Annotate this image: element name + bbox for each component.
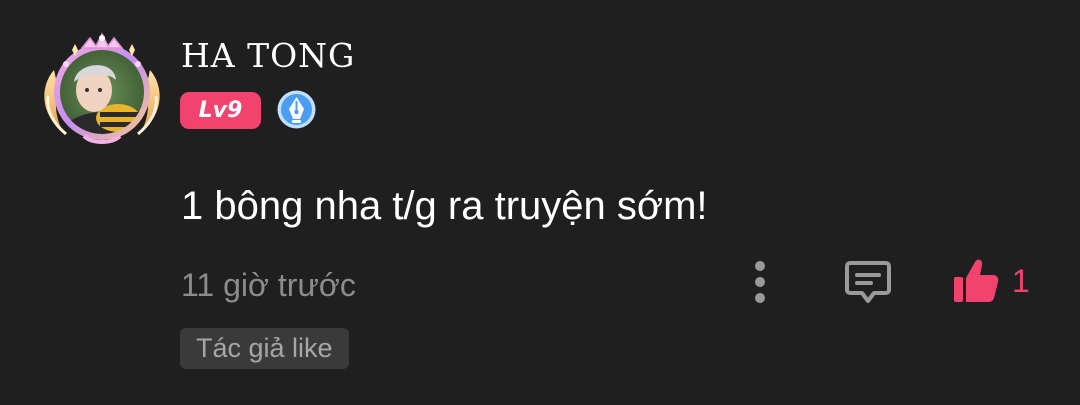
- like-count: 1: [1012, 263, 1030, 299]
- more-options-button[interactable]: [744, 256, 776, 308]
- username[interactable]: HA TONG: [181, 36, 355, 76]
- comment-text: 1 bông nha t/g ra truyện sớm!: [181, 184, 708, 228]
- comment-card: HA TONG Lv9 1 bông nha t/g ra truyện sớm…: [0, 0, 1080, 405]
- more-vertical-icon: [755, 261, 765, 303]
- level-badge: Lv9: [180, 92, 261, 129]
- avatar[interactable]: [36, 26, 168, 148]
- reply-button[interactable]: [842, 255, 894, 307]
- timestamp: 11 giờ trước: [181, 267, 356, 303]
- thumbs-up-icon: [954, 259, 999, 302]
- comment-reply-icon: [845, 261, 891, 303]
- avatar-frame-icon: [44, 32, 160, 144]
- pen-nib-badge-icon: [276, 89, 317, 130]
- like-button[interactable]: 1: [948, 255, 1038, 307]
- author-liked-tag: Tác giả like: [180, 328, 349, 369]
